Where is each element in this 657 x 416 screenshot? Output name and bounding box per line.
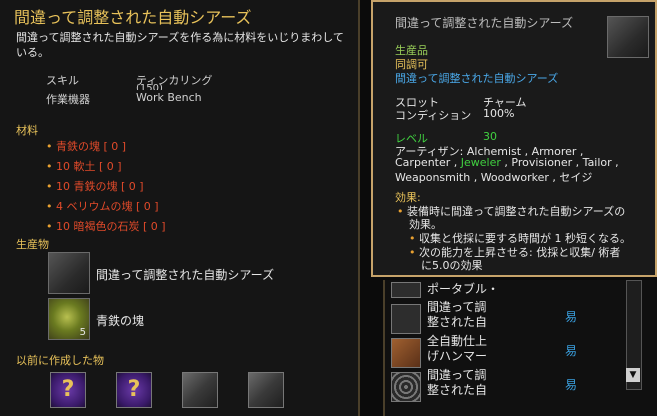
bullet-icon: • — [46, 220, 53, 233]
artisan-highlight: Jeweler — [460, 156, 501, 169]
product-count: 5 — [79, 327, 86, 338]
skill-level: (150) — [136, 84, 163, 90]
hammer-icon — [391, 338, 421, 368]
tool-label: 作業機器 — [46, 93, 90, 106]
skill-label: スキル — [46, 74, 79, 87]
scythe-icon — [607, 16, 649, 58]
bullet-icon: • — [46, 200, 53, 213]
effect-text: に5.0の効果 — [421, 259, 483, 272]
materials-heading: 材料 — [16, 124, 38, 137]
bullet-icon: • — [409, 246, 416, 259]
bullet-icon: • — [46, 180, 53, 193]
artisans-list: Weaponsmith , Woodworker , セイジ — [395, 171, 593, 184]
bullet-icon: • — [46, 140, 53, 153]
recipe-row-name[interactable]: 間違って調 — [427, 368, 486, 383]
difficulty-label: 易 — [565, 378, 578, 392]
material-item[interactable]: • 10 軟土 [ 0 ] — [46, 158, 122, 174]
recipe-title: 間違って調整された自動シアーズ — [14, 8, 252, 27]
recipe-description: 間違って調整された自動シアーズを作る為に材料をいじりまわしている。 — [16, 31, 344, 59]
recipe-row-name[interactable]: 間違って調 — [427, 300, 486, 315]
question-icon[interactable]: ? — [116, 372, 152, 408]
recipe-list: ポータブル・ 間違って調 整された自 易 全自動仕上 げハンマー 易 間違って調… — [383, 280, 657, 416]
tooltip-title: 間違って調整された自動シアーズ — [395, 16, 574, 30]
crafting-recipe-panel: 間違って調整された自動シアーズ 間違って調整された自動シアーズを作る為に材料をい… — [0, 0, 360, 416]
item-tooltip: 間違って調整された自動シアーズ 生産品 同調可 間違って調整された自動シアーズ … — [371, 0, 657, 277]
ore-icon[interactable]: 5 — [48, 298, 90, 340]
difficulty-label: 易 — [565, 310, 578, 324]
scythe-icon[interactable] — [48, 252, 90, 294]
bullet-icon: • — [397, 205, 404, 218]
artisan-item: , Provisioner , Tailor , — [504, 156, 619, 169]
item-icon — [391, 282, 421, 298]
product-name: 青鉄の塊 — [96, 314, 145, 328]
level-value: 30 — [483, 130, 497, 143]
product-name: 間違って調整された自動シアーズ — [96, 268, 275, 282]
products-heading: 生産物 — [16, 238, 49, 251]
condition-value: 100% — [483, 107, 515, 120]
previous-heading: 以前に作成した物 — [16, 354, 104, 367]
bullet-icon: • — [46, 160, 53, 173]
material-item[interactable]: • 10 暗褐色の石炭 [ 0 ] — [46, 218, 166, 234]
condition-label: コンディション — [395, 109, 472, 122]
artisan-item: Carpenter , — [395, 156, 458, 169]
tooltip-line3: 間違って調整された自動シアーズ — [395, 72, 559, 85]
material-item[interactable]: • 10 青鉄の塊 [ 0 ] — [46, 178, 144, 194]
scythe-icon[interactable] — [248, 372, 284, 408]
web-icon — [391, 372, 421, 402]
question-icon[interactable]: ? — [50, 372, 86, 408]
scythe-icon — [391, 304, 421, 334]
scroll-down-icon[interactable]: ▼ — [626, 368, 640, 382]
scythe-icon[interactable] — [182, 372, 218, 408]
material-item[interactable]: • 4 ベリウムの塊 [ 0 ] — [46, 198, 159, 214]
recipe-row-name-cont: げハンマー — [427, 349, 488, 363]
recipe-row-name-cont: 整された自 — [427, 315, 488, 329]
difficulty-label: 易 — [565, 344, 578, 358]
tool-value: Work Bench — [136, 91, 202, 104]
recipe-row-name[interactable]: 全自動仕上 — [427, 334, 487, 349]
recipe-row-name[interactable]: ポータブル・ — [427, 282, 499, 297]
material-item[interactable]: • 青鉄の塊 [ 0 ] — [46, 138, 126, 154]
recipe-row-name-cont: 整された自 — [427, 383, 488, 397]
